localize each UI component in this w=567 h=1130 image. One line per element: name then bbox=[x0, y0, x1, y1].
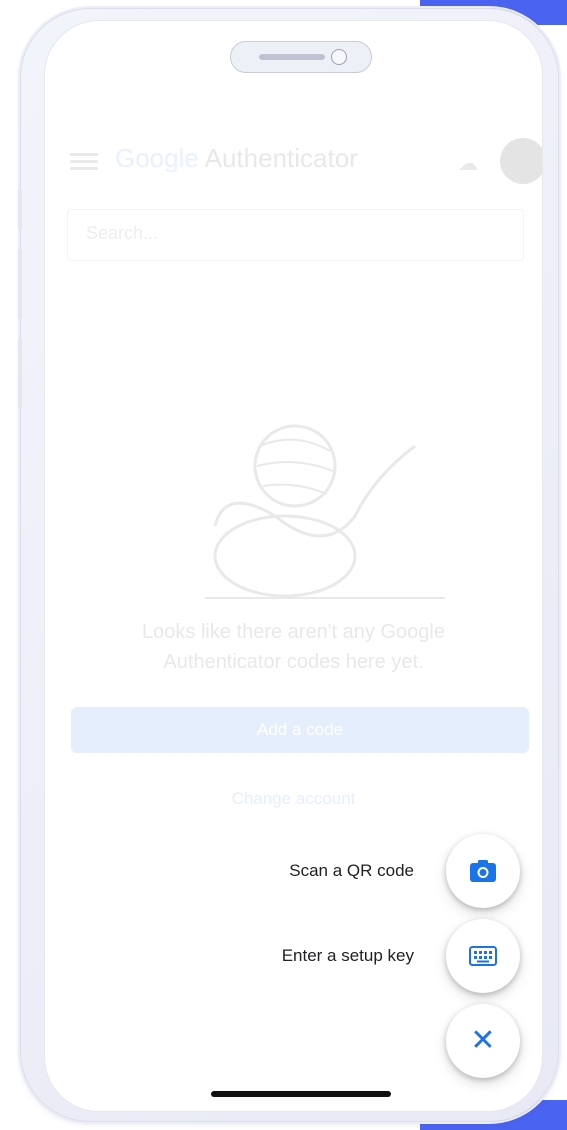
home-indicator[interactable] bbox=[211, 1091, 391, 1097]
search-input[interactable]: Search... bbox=[67, 209, 524, 261]
side-button bbox=[18, 189, 22, 229]
phone-notch bbox=[230, 41, 372, 73]
volume-down-button bbox=[18, 339, 22, 409]
fab-menu-item-setup-key[interactable]: Enter a setup key bbox=[282, 918, 520, 994]
close-icon: ✕ bbox=[470, 1024, 496, 1057]
speaker bbox=[259, 54, 325, 60]
empty-state-message: Looks like there aren't any Google Authe… bbox=[45, 617, 542, 677]
volume-up-button bbox=[18, 249, 22, 319]
keyboard-icon bbox=[469, 946, 497, 966]
menu-icon[interactable] bbox=[70, 153, 98, 171]
app-title-google: Google bbox=[115, 143, 199, 173]
search-placeholder: Search... bbox=[86, 223, 159, 243]
change-account-link[interactable]: Change account bbox=[45, 789, 542, 809]
empty-state-line-1: Looks like there aren't any Google bbox=[142, 621, 445, 643]
phone-screen: Google Authenticator ☁ Search... Looks l… bbox=[44, 20, 543, 1112]
empty-state-line-2: Authenticator codes here yet. bbox=[163, 651, 424, 673]
camera-icon bbox=[470, 860, 496, 882]
avatar[interactable] bbox=[500, 138, 542, 184]
scan-qr-button[interactable] bbox=[446, 834, 520, 908]
fab-close-row: ✕ bbox=[446, 1003, 520, 1079]
fab-menu-item-scan-qr[interactable]: Scan a QR code bbox=[289, 833, 520, 909]
app-title: Google Authenticator bbox=[115, 143, 358, 174]
app-bar: Google Authenticator ☁ bbox=[70, 138, 542, 184]
setup-key-label[interactable]: Enter a setup key bbox=[282, 946, 414, 966]
empty-state-cat-illustration bbox=[205, 424, 445, 599]
setup-key-button[interactable] bbox=[446, 919, 520, 993]
app-title-authenticator: Authenticator bbox=[198, 143, 358, 173]
front-camera bbox=[331, 49, 347, 65]
add-code-button[interactable]: Add a code bbox=[71, 707, 529, 753]
scan-qr-label[interactable]: Scan a QR code bbox=[289, 861, 414, 881]
cloud-off-icon[interactable]: ☁ bbox=[458, 151, 480, 175]
fab-close-button[interactable]: ✕ bbox=[446, 1004, 520, 1078]
